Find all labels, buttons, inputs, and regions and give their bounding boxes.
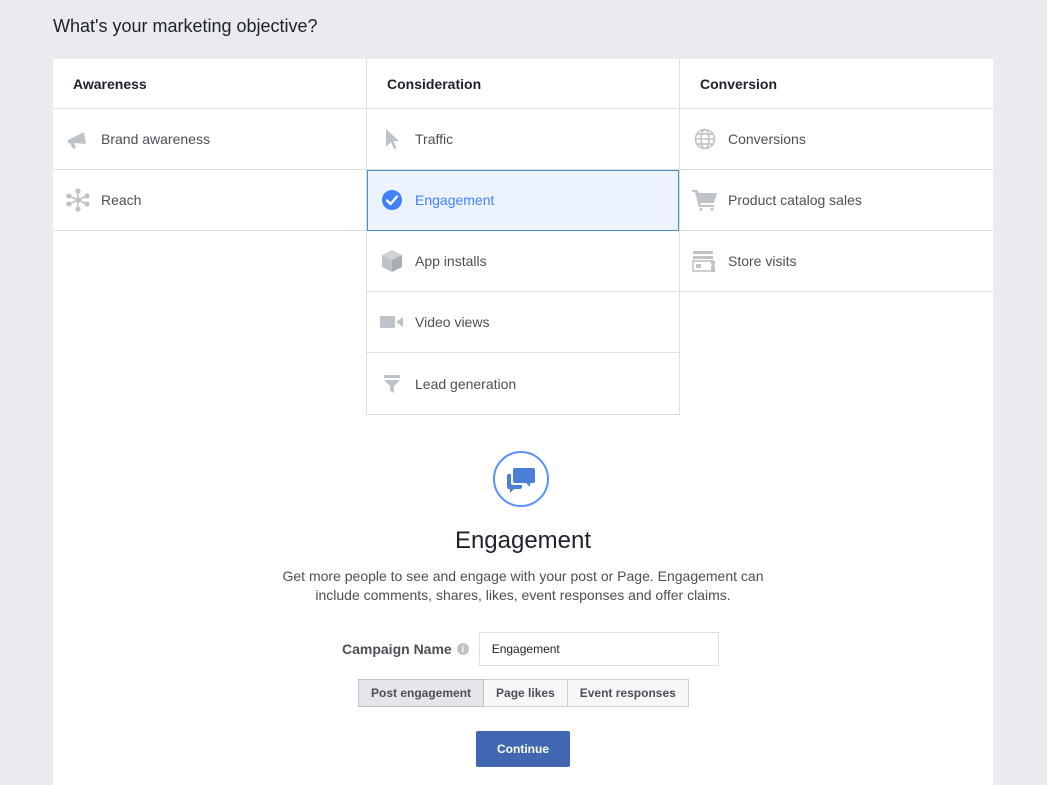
objective-label: Conversions	[728, 131, 806, 147]
objective-label: Product catalog sales	[728, 192, 862, 208]
page-title: What's your marketing objective?	[53, 16, 318, 36]
objective-label: App installs	[415, 253, 487, 269]
campaign-name-input[interactable]	[478, 632, 719, 666]
consideration-heading: Consideration	[367, 59, 679, 109]
cart-icon	[692, 187, 718, 213]
objective-label: Lead generation	[415, 375, 517, 392]
objective-traffic[interactable]: Traffic	[367, 109, 679, 170]
objective-product-catalog-sales[interactable]: Product catalog sales	[680, 170, 993, 231]
globe-icon	[692, 126, 718, 152]
objective-video-views[interactable]: Video views	[367, 292, 679, 353]
campaign-name-label: Campaign Name	[342, 641, 452, 657]
engagement-type-selector: Post engagement Page likes Event respons…	[358, 679, 689, 707]
objective-reach[interactable]: Reach	[53, 170, 366, 231]
info-icon[interactable]: i	[456, 643, 469, 655]
objective-label: Video views	[415, 314, 490, 330]
objective-app-installs[interactable]: App installs	[367, 231, 679, 292]
objective-store-visits[interactable]: Store visits	[680, 231, 993, 292]
megaphone-icon	[65, 126, 91, 152]
campaign-name-row: Campaign Name i	[342, 632, 719, 666]
objective-label: Engagement	[415, 192, 495, 208]
page-likes-button[interactable]: Page likes	[484, 679, 568, 707]
awareness-column: Awareness Brand awareness Reach	[53, 59, 366, 231]
box-icon	[379, 248, 405, 274]
objective-label: Brand awareness	[101, 131, 210, 147]
continue-button[interactable]: Continue	[476, 731, 570, 767]
conversion-column: Conversion Conversions Product catalog s…	[680, 59, 993, 292]
event-responses-button[interactable]: Event responses	[567, 679, 689, 707]
video-camera-icon	[379, 309, 405, 335]
objective-description: Get more people to see and engage with y…	[282, 568, 764, 603]
objective-label: Traffic	[415, 131, 454, 147]
conversion-heading: Conversion	[680, 59, 993, 109]
post-engagement-button[interactable]: Post engagement	[358, 679, 485, 707]
objective-brand-awareness[interactable]: Brand awareness	[53, 109, 366, 170]
objective-label: Reach	[101, 192, 142, 208]
funnel-icon	[379, 371, 405, 397]
objective-lead-generation[interactable]: Lead generation	[367, 353, 679, 414]
objective-title: Engagement	[454, 527, 592, 554]
objective-label: Store visits	[728, 253, 797, 269]
consideration-column: Consideration Traffic Engagement App ins…	[366, 59, 680, 415]
check-circle-icon	[379, 187, 405, 213]
objective-panel: Awareness Brand awareness Reach Consider…	[53, 59, 993, 785]
store-icon	[692, 248, 718, 274]
chat-bubbles-icon	[493, 451, 549, 507]
cursor-icon	[379, 126, 405, 152]
reach-icon	[65, 187, 91, 213]
objective-conversions[interactable]: Conversions	[680, 109, 993, 170]
awareness-heading: Awareness	[53, 59, 366, 109]
objective-engagement[interactable]: Engagement	[367, 170, 679, 231]
